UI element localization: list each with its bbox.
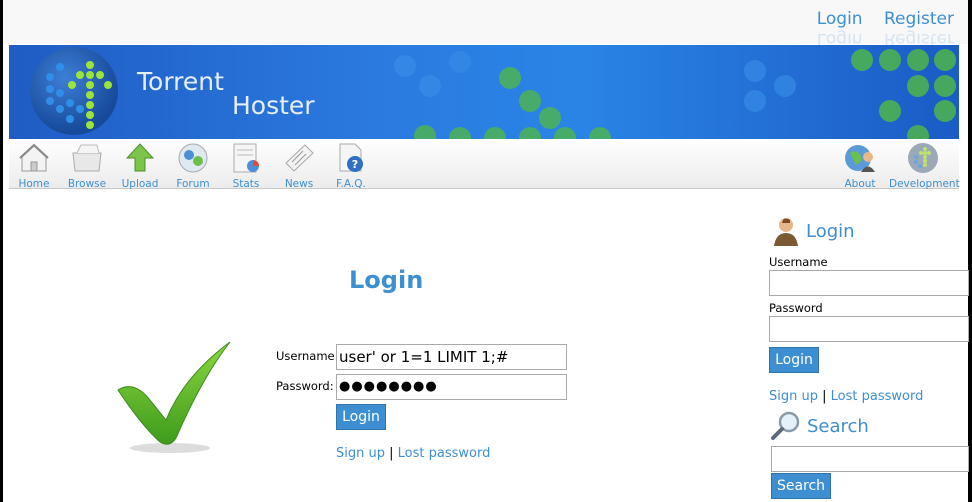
sidebar-search-button[interactable]: Search <box>771 473 831 499</box>
sidebar-lost-password-link[interactable]: Lost password <box>831 389 924 404</box>
top-bar: Login Login Register Register <box>3 0 968 49</box>
sidebar-username-label: Username <box>769 255 828 269</box>
nav-home[interactable]: Home <box>15 141 53 190</box>
faq-icon: ? <box>339 143 363 172</box>
svg-text:?: ? <box>352 158 358 171</box>
site-name-line1: Torrent <box>137 67 224 96</box>
sidebar-login-heading: Login <box>806 221 855 242</box>
link-separator: | <box>389 446 394 461</box>
sidebar-signup-link[interactable]: Sign up <box>769 389 818 404</box>
sidebar-link-separator: | <box>822 389 827 404</box>
login-button[interactable]: Login <box>336 404 386 430</box>
nav-browse[interactable]: Browse <box>65 141 109 190</box>
sidebar-login-button[interactable]: Login <box>769 347 819 373</box>
username-input[interactable]: user' or 1=1 LIMIT 1;# <box>336 344 567 370</box>
top-register-link[interactable]: Register Register <box>884 9 954 49</box>
browse-icon <box>72 144 102 172</box>
page-title: Login <box>349 266 424 294</box>
stats-icon <box>233 143 259 173</box>
sidebar-password-input[interactable] <box>769 316 969 342</box>
user-icon <box>774 218 798 246</box>
signup-link[interactable]: Sign up <box>336 446 385 461</box>
nav-forum[interactable]: Forum <box>175 141 211 190</box>
nav-stats[interactable]: Stats <box>229 141 263 190</box>
search-icon <box>771 411 800 440</box>
about-icon <box>845 145 875 172</box>
main-navigation: Home Browse Upload Forum Stats News ? F.… <box>9 139 960 190</box>
username-label: Username: <box>276 349 339 363</box>
sidebar-username-input[interactable] <box>769 270 969 296</box>
site-banner: Torrent Hoster <box>9 45 959 139</box>
sidebar-links: Sign up | Lost password <box>769 389 923 404</box>
top-links: Login Login Register Register <box>801 9 954 49</box>
site-name-line2: Hoster <box>232 91 315 120</box>
top-login-link[interactable]: Login Login <box>817 9 863 49</box>
nav-faq[interactable]: ? F.A.Q. <box>335 141 367 190</box>
password-input[interactable]: ●●●●●●●● <box>336 374 567 400</box>
nav-development[interactable]: Development <box>889 141 960 190</box>
site-logo-icon[interactable] <box>30 47 118 135</box>
news-icon <box>285 144 314 172</box>
sidebar-search-heading: Search <box>807 416 869 437</box>
forum-icon <box>178 143 208 173</box>
sidebar-search-input[interactable] <box>771 446 969 472</box>
window-frame-left <box>0 0 3 502</box>
sidebar-password-label: Password <box>769 301 823 315</box>
main-links: Sign up | Lost password <box>336 446 490 461</box>
nav-about[interactable]: About <box>840 141 880 190</box>
checkmark-icon <box>117 341 231 453</box>
upload-icon <box>125 143 155 172</box>
nav-news[interactable]: News <box>281 141 317 190</box>
development-icon <box>908 143 938 173</box>
window-frame-right <box>968 0 972 502</box>
lost-password-link[interactable]: Lost password <box>398 446 491 461</box>
password-label: Password: <box>276 379 334 393</box>
home-icon <box>19 143 49 172</box>
nav-upload[interactable]: Upload <box>121 141 159 190</box>
